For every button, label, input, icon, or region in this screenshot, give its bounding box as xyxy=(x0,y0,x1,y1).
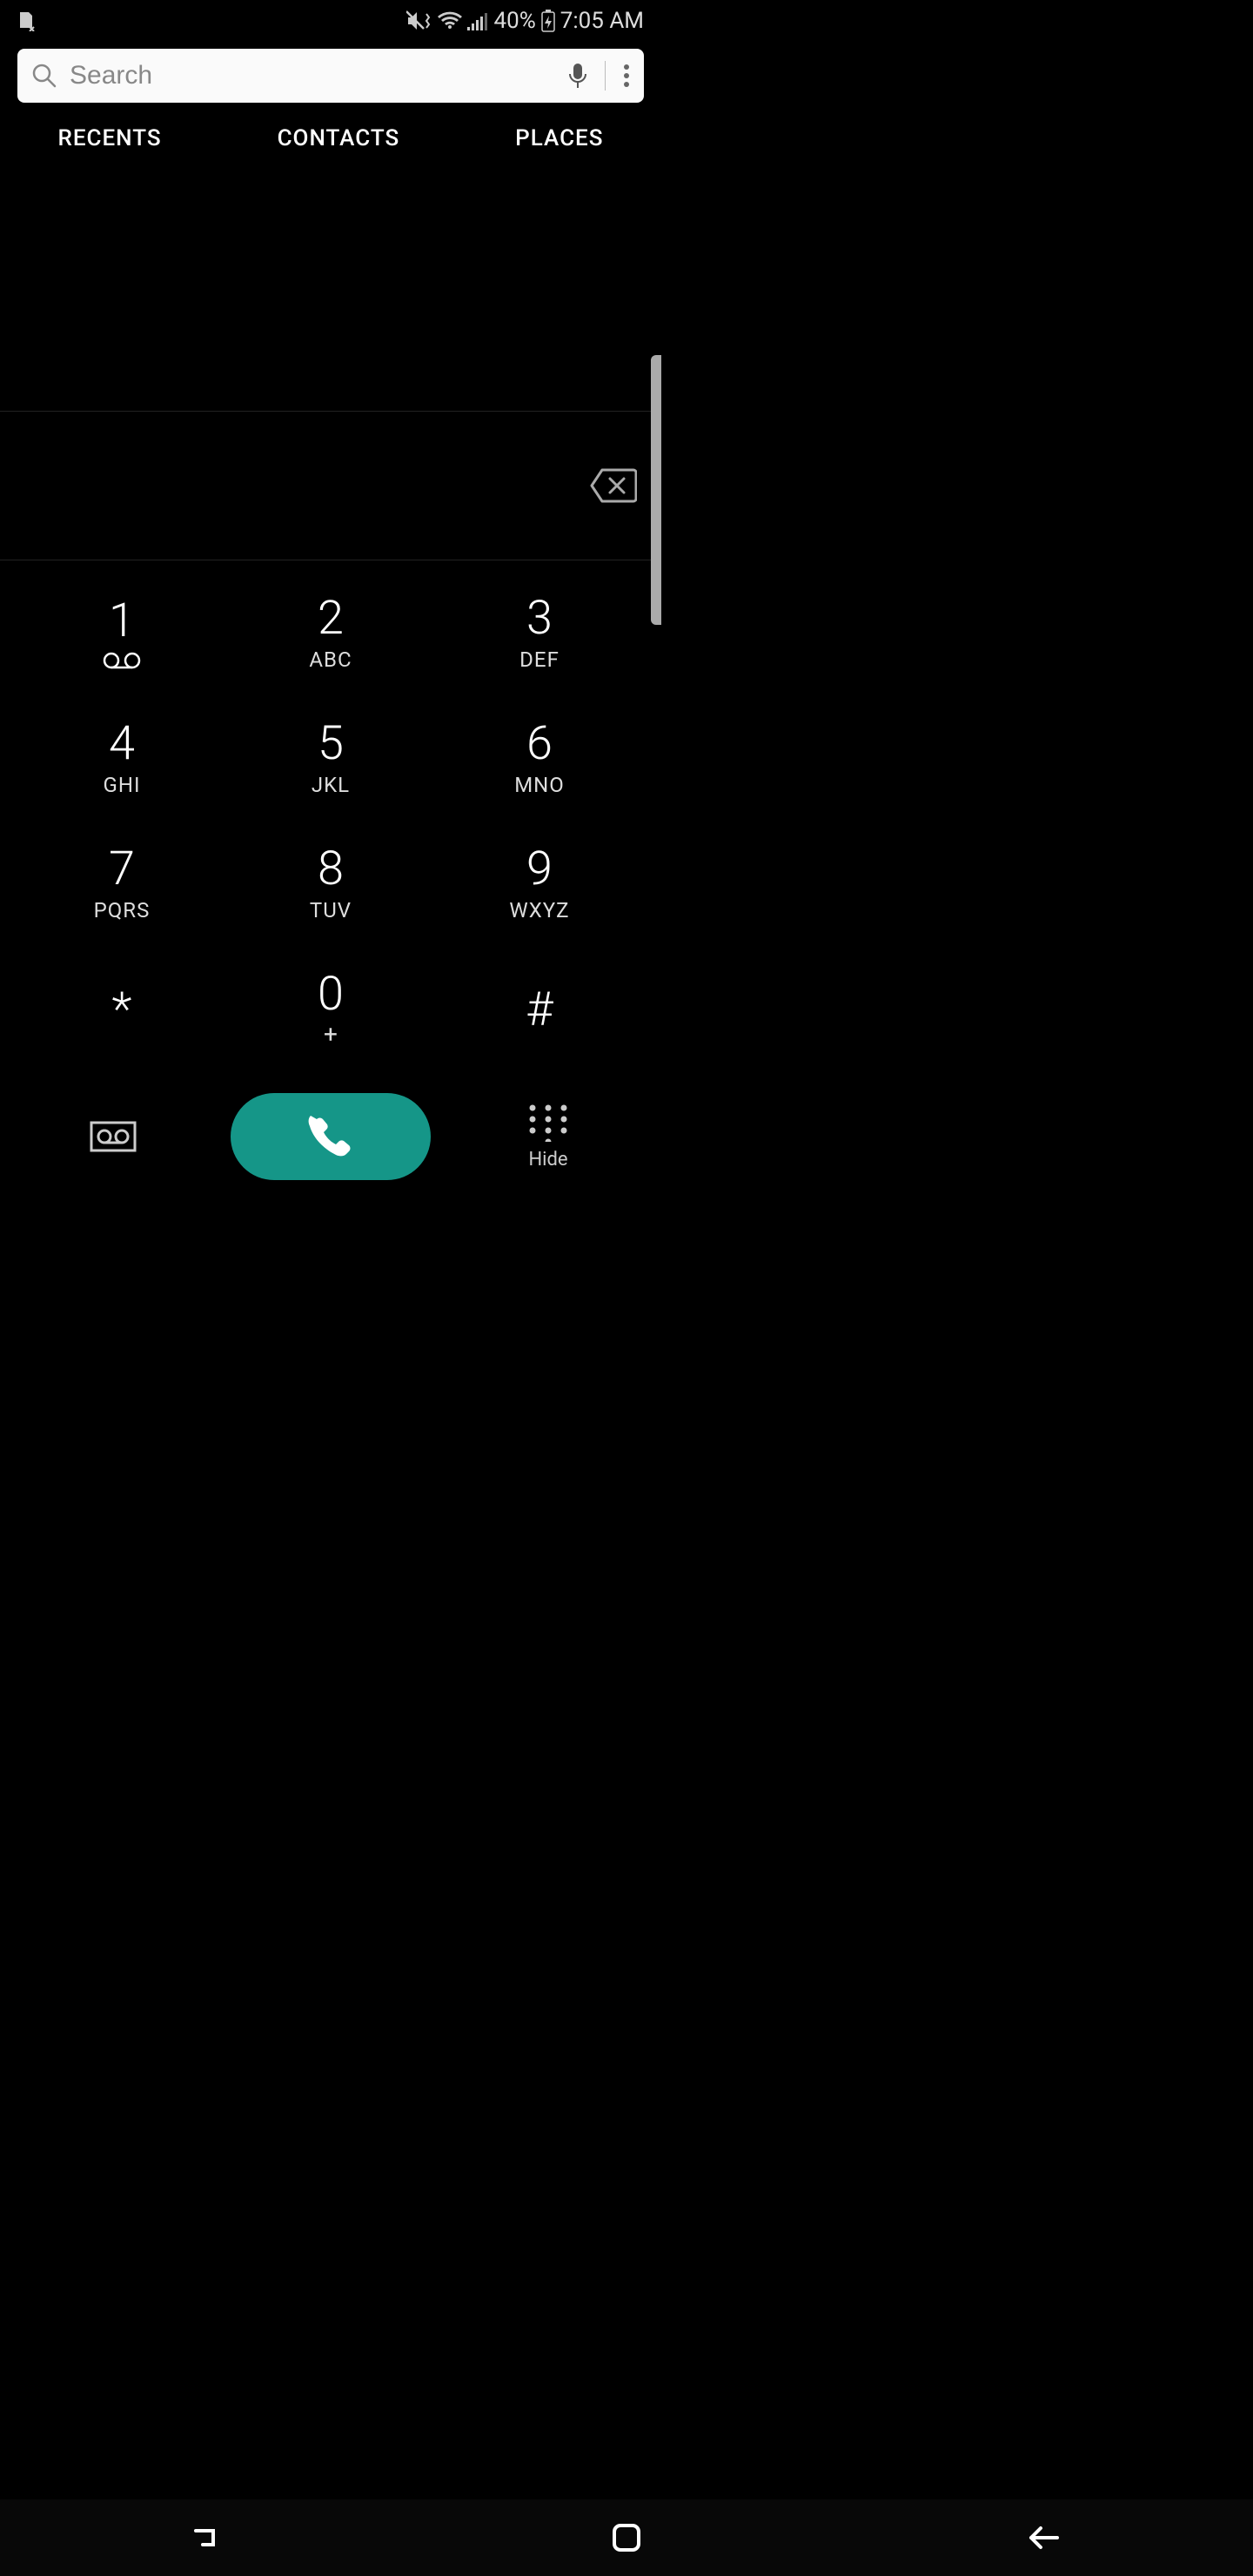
key-0[interactable]: 0 + xyxy=(244,950,418,1069)
tab-recents[interactable]: RECENTS xyxy=(57,125,161,151)
key-2[interactable]: 2 ABC xyxy=(244,574,418,693)
tab-contacts[interactable]: CONTACTS xyxy=(278,125,400,151)
scroll-handle[interactable] xyxy=(651,355,661,625)
more-icon[interactable] xyxy=(623,63,630,89)
key-4[interactable]: 4 GHI xyxy=(35,700,209,818)
key-8[interactable]: 8 TUV xyxy=(244,825,418,943)
hide-label: Hide xyxy=(528,1149,567,1171)
key-7[interactable]: 7 PQRS xyxy=(35,825,209,943)
recents-nav-icon[interactable] xyxy=(192,2526,227,2550)
search-bar[interactable] xyxy=(17,49,644,103)
phone-icon xyxy=(306,1112,355,1161)
home-nav-icon[interactable] xyxy=(612,2523,641,2553)
voicemail-icon xyxy=(103,652,141,669)
battery-icon xyxy=(541,10,555,32)
wifi-icon xyxy=(438,11,462,30)
tabs: RECENTS CONTACTS PLACES xyxy=(0,125,661,151)
keypad-grid-icon xyxy=(526,1104,570,1142)
key-hash[interactable]: # xyxy=(452,950,626,1069)
navigation-bar xyxy=(0,2499,1253,2576)
key-star[interactable]: * xyxy=(35,950,209,1069)
mic-icon[interactable] xyxy=(568,62,587,90)
sim-icon xyxy=(17,10,35,31)
content-area xyxy=(0,151,661,411)
dialed-number-display xyxy=(0,411,661,560)
keypad: 1 2 ABC 3 DEF 4 GHI 5 JKL 6 MNO 7 xyxy=(0,560,661,1069)
voicemail-button[interactable] xyxy=(52,1121,174,1152)
tab-places[interactable]: PLACES xyxy=(515,125,603,151)
clock-time: 7:05 AM xyxy=(560,8,644,34)
action-row: Hide xyxy=(0,1076,661,1206)
backspace-button[interactable] xyxy=(590,468,637,503)
mute-vibrate-icon xyxy=(406,10,432,32)
key-6[interactable]: 6 MNO xyxy=(452,700,626,818)
status-bar: 40% 7:05 AM xyxy=(0,0,661,42)
key-5[interactable]: 5 JKL xyxy=(244,700,418,818)
battery-percent: 40% xyxy=(493,8,535,34)
call-button[interactable] xyxy=(231,1093,431,1180)
back-nav-icon[interactable] xyxy=(1026,2525,1061,2551)
divider xyxy=(605,61,606,91)
search-icon xyxy=(31,63,57,89)
key-9[interactable]: 9 WXYZ xyxy=(452,825,626,943)
key-1[interactable]: 1 xyxy=(35,574,209,693)
signal-icon xyxy=(467,11,488,30)
key-3[interactable]: 3 DEF xyxy=(452,574,626,693)
hide-keypad-button[interactable]: Hide xyxy=(487,1104,609,1171)
search-input[interactable] xyxy=(70,61,556,91)
